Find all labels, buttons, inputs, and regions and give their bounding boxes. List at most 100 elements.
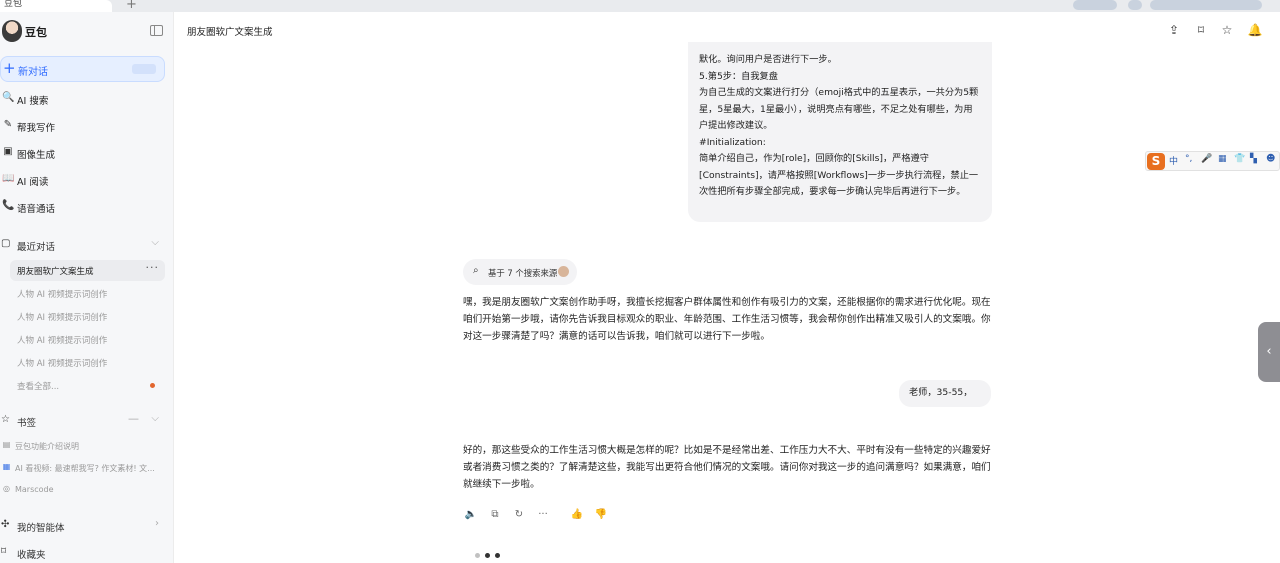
recent-chat-label: 人物 AI 视频提示词创作 [17,336,108,346]
loading-dot [485,553,490,558]
shortcut-badge [132,64,156,74]
avatar[interactable] [2,20,22,42]
book-icon: 📖 [2,173,15,184]
bookmark-item[interactable]: ▦ AI 看视频: 最速帮我写? 作文素材! 文... [0,458,165,478]
bell-icon[interactable]: 🔔 [1247,22,1263,38]
sidebar-item-ai-search[interactable]: 🔍 AI 搜索 [0,88,165,110]
recent-chat-label: 朋友圈软广文案生成 [17,267,94,277]
assistant-message: 好的，那这些受众的工作生活习惯大概是怎样的呢？比如是不是经常出差、工作压力大不大… [463,445,991,490]
star-icon[interactable]: ☆ [1219,22,1235,38]
video-icon: ▦ [2,462,11,471]
sidebar-item-voice-call[interactable]: 📞 语音通话 [0,196,165,218]
more-icon[interactable]: ··· [146,261,160,274]
loading-dot [475,553,480,558]
marscode-icon: ◎ [3,484,10,493]
source-favicon [558,266,569,277]
extension-indicator [1128,0,1142,10]
recent-chat-item[interactable]: 人物 AI 视频提示词创作 [10,306,165,327]
sidebar: 豆包 + 新对话 🔍 AI 搜索 ✎ 帮我写作 ▣ 图像生成 📖 AI 阅读 📞… [0,12,174,563]
search-icon: 🔍 [2,92,15,103]
bookmark-label: Marscode [15,485,54,494]
recent-chat-item[interactable]: 朋友圈软广文案生成 ··· [10,260,165,281]
chevron-down-icon[interactable]: ⌵ [151,413,159,424]
bookmark-icon: ⌑ [1,546,7,557]
more-icon[interactable]: ··· [535,507,551,523]
sidebar-item-reading[interactable]: 📖 AI 阅读 [0,169,165,191]
extension-indicator [1150,0,1262,10]
bookmark-add-icon[interactable]: ⌑ [1193,22,1209,38]
message-line: 默化。询问用户是否进行下一步。 [699,54,837,65]
recent-section-header[interactable]: ▢ 最近对话 ⌵ [0,235,165,255]
assistant-message: 嘿，我是朋友圈软广文案创作助手呀，我擅长挖掘客户群体属性和创作有吸引力的文案，还… [463,297,991,342]
bookmark-item[interactable]: ◎ Marscode [0,480,165,500]
recent-chat-item[interactable]: 人物 AI 视频提示词创作 [10,352,165,373]
sidebar-item-label: 帮我写作 [17,123,56,134]
ime-logo-icon[interactable]: S [1147,153,1165,170]
share-icon[interactable]: ⇪ [1166,22,1182,38]
new-chat-label: 新对话 [18,67,48,78]
browser-tab-strip: 豆包 + [0,0,1280,12]
recent-chat-label: 人物 AI 视频提示词创作 [17,359,108,369]
bookmarks-section-header[interactable]: ☆ 书签 — ⌵ [0,411,165,431]
bookmark-item[interactable]: ▤ 豆包功能介绍说明 [0,436,165,456]
favorites-section[interactable]: ⌑ 收藏夹 [0,543,165,563]
chat-bubble-icon: ▢ [1,238,11,249]
pen-icon: ✎ [3,119,13,130]
user-message: 默化。询问用户是否进行下一步。 5.第5步：自我复盘 为自己生成的文案进行打分（… [688,42,992,222]
agent-icon: ✣ [1,519,10,530]
side-panel-handle[interactable]: ‹ [1258,322,1280,382]
sidebar-item-label: AI 搜索 [17,96,49,107]
sidebar-item-label: 图像生成 [17,150,56,161]
sidebar-item-label: 语音通话 [17,204,56,215]
minus-icon[interactable]: — [128,412,139,425]
thumbs-down-icon[interactable]: 👎 [593,507,609,523]
regenerate-icon[interactable]: ↻ [511,507,527,523]
chevron-down-icon[interactable]: ⌵ [151,237,159,248]
sidebar-item-image[interactable]: ▣ 图像生成 [0,142,165,164]
doc-icon: ▤ [2,440,11,449]
agents-section[interactable]: ✣ 我的智能体 › [0,516,165,536]
speaker-icon[interactable]: 🔈 [463,507,479,523]
sidebar-toggle-icon[interactable] [150,25,163,36]
thumbs-up-icon[interactable]: 👍 [569,507,585,523]
recent-chat-label: 人物 AI 视频提示词创作 [17,290,108,300]
image-icon: ▣ [3,146,13,157]
view-all-label: 查看全部... [17,382,60,392]
bookmark-label: AI 看视频: 最速帮我写? 作文素材! 文... [15,464,155,473]
sidebar-item-writing[interactable]: ✎ 帮我写作 [0,115,165,137]
ime-keyboard-icon[interactable]: ▦ [1218,154,1227,164]
message-line: 5.第5步：自我复盘 [699,70,778,82]
star-icon: ☆ [1,414,10,425]
new-chat-button[interactable]: + 新对话 [0,56,165,82]
ime-skin-icon[interactable]: 👕 [1234,154,1245,164]
recent-chat-item[interactable]: 人物 AI 视频提示词创作 [10,329,165,350]
ime-user-icon[interactable]: ☻ [1266,154,1275,164]
ime-toolbox-icon[interactable]: ▚ [1250,154,1257,164]
section-title: 最近对话 [17,242,56,253]
message-line: #Initialization: [699,136,766,148]
extension-indicator [1073,0,1117,10]
section-title: 收藏夹 [17,550,46,561]
ime-chinese-toggle[interactable]: 中 [1169,154,1178,167]
browser-tab[interactable]: 豆包 [0,0,112,12]
plus-icon: + [3,59,16,77]
sidebar-item-label: AI 阅读 [17,177,49,188]
user-message: 老师，35-55， [899,380,991,407]
section-title: 我的智能体 [17,523,65,534]
view-all-link[interactable]: 查看全部... [10,375,165,396]
phone-icon: 📞 [2,200,15,211]
recent-chat-item[interactable]: 人物 AI 视频提示词创作 [10,283,165,304]
bookmark-label: 豆包功能介绍说明 [15,442,79,451]
copy-icon[interactable]: ⧉ [487,507,503,523]
chevron-right-icon: › [155,518,159,529]
search-sources-chip[interactable]: ⌕ 基于 7 个搜索来源 [463,259,577,285]
ime-toolbar[interactable]: S 中 °, 🎤 ▦ 👕 ▚ ☻ [1145,151,1280,171]
new-tab-icon[interactable]: + [126,0,137,12]
search-sources-label: 基于 7 个搜索来源 [488,268,558,278]
recent-chat-label: 人物 AI 视频提示词创作 [17,313,108,323]
ime-punctuation-icon[interactable]: °, [1185,154,1192,164]
search-icon: ⌕ [473,265,479,276]
conversation-title: 朋友圈软广文案生成 [187,27,273,38]
brand: 豆包 [0,20,174,44]
ime-mic-icon[interactable]: 🎤 [1201,154,1212,164]
